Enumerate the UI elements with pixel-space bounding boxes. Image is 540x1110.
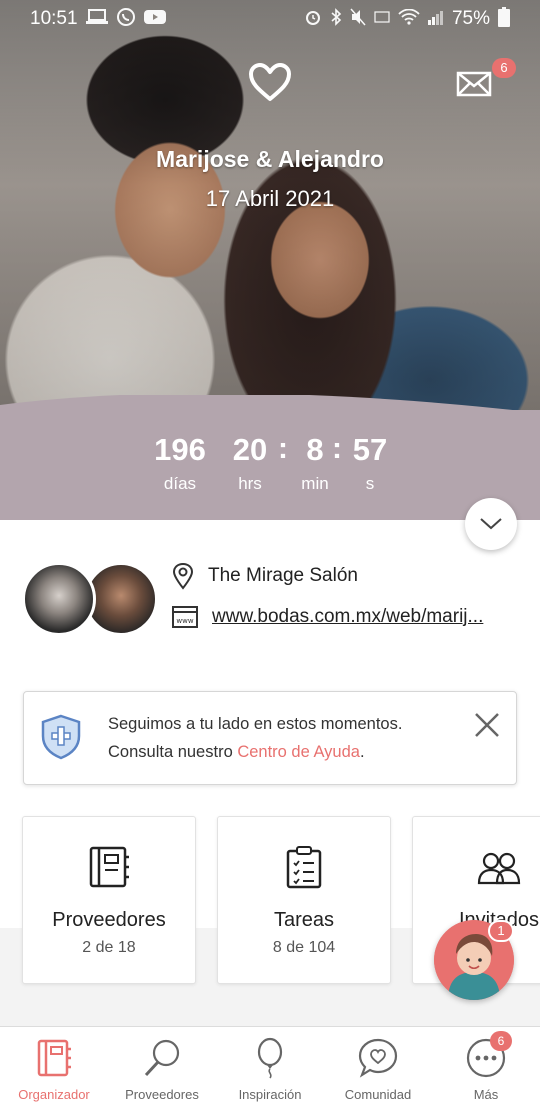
bluetooth-icon: [330, 7, 342, 31]
alarm-icon: [304, 8, 322, 31]
website-link[interactable]: www.bodas.com.mx/web/marij...: [212, 606, 483, 628]
hero-header: 10:51 75% 6 Marijose & Alejandro 17 Abri…: [0, 0, 540, 520]
nav-item-mas[interactable]: 6 Más: [432, 1027, 540, 1110]
location-pin-icon: [172, 562, 194, 590]
countdown-separator: :: [332, 432, 342, 465]
help-line-2-suffix: .: [359, 743, 365, 761]
nav-label: Más: [473, 1087, 499, 1102]
tool-title: Proveedores: [52, 909, 166, 931]
countdown-hours: 20: [232, 432, 268, 467]
tool-card-proveedores[interactable]: Proveedores 2 de 18: [22, 816, 196, 984]
countdown-days-label: días: [163, 474, 197, 493]
nav-label: Inspiración: [238, 1087, 302, 1102]
notebook-icon: [89, 846, 129, 888]
mail-badge: 6: [492, 58, 516, 78]
whatsapp-icon: [116, 7, 136, 32]
signal-icon: [427, 9, 444, 30]
guests-icon: [477, 852, 521, 885]
help-line-2: Consulta nuestro Centro de Ayuda.: [108, 738, 468, 766]
help-center-link[interactable]: Centro de Ayuda: [237, 743, 360, 761]
couple-names: Marijose & Alejandro: [156, 146, 384, 172]
nav-item-comunidad[interactable]: Comunidad: [324, 1027, 432, 1110]
youtube-icon: [143, 9, 166, 30]
magnifier-icon: [144, 1039, 180, 1077]
shield-plus-icon: [41, 714, 81, 760]
balloon-icon: [257, 1037, 283, 1079]
nav-label: Organizador: [18, 1087, 90, 1102]
chat-heart-icon: [358, 1038, 398, 1078]
bottom-nav: Organizador Proveedores Inspiración Comu…: [0, 1026, 540, 1110]
mute-icon: [350, 8, 366, 31]
close-icon[interactable]: [472, 710, 502, 740]
svg-text:www: www: [176, 617, 193, 625]
nav-item-organizador[interactable]: Organizador: [0, 1027, 108, 1110]
battery-icon: [498, 6, 510, 32]
countdown-minutes-label: min: [301, 474, 329, 493]
website-row[interactable]: www www.bodas.com.mx/web/marij...: [172, 606, 483, 628]
nav-item-inspiracion[interactable]: Inspiración: [216, 1027, 324, 1110]
tool-count: 8 de 104: [272, 939, 336, 956]
avatar-bride[interactable]: [22, 562, 96, 636]
chevron-down-icon: [480, 518, 502, 530]
status-time: 10:51: [30, 8, 78, 29]
countdown: 196 días 20 hrs : 8 min : 57 s: [140, 432, 400, 502]
tool-card-tareas[interactable]: Tareas 8 de 104: [217, 816, 391, 984]
nav-label: Comunidad: [344, 1087, 412, 1102]
help-line-2-prefix: Consulta nuestro: [108, 743, 238, 761]
help-card: Seguimos a tu lado en estos momentos. Co…: [23, 691, 517, 785]
laptop-icon: [85, 8, 108, 30]
lte-icon: [374, 8, 390, 31]
organizer-icon: [37, 1039, 71, 1077]
clipboard-icon: [286, 846, 322, 889]
battery-percent: 75%: [451, 8, 490, 29]
nav-label: Proveedores: [125, 1087, 199, 1102]
chat-badge: 1: [488, 920, 514, 942]
wifi-icon: [398, 8, 420, 30]
countdown-seconds-label: s: [365, 474, 375, 493]
countdown-separator: :: [278, 432, 288, 465]
venue-row[interactable]: The Mirage Salón: [172, 562, 358, 590]
more-badge: 6: [490, 1031, 512, 1051]
nav-item-proveedores[interactable]: Proveedores: [108, 1027, 216, 1110]
web-browser-icon: www: [172, 606, 198, 628]
heart-logo-icon: [249, 63, 291, 101]
expand-button[interactable]: [465, 498, 517, 550]
countdown-days: 196: [154, 432, 206, 467]
help-message: Seguimos a tu lado en estos momentos. Co…: [108, 710, 468, 766]
tool-count: 2 de 18: [82, 939, 136, 956]
app-screen: 10:51 75% 6 Marijose & Alejandro 17 Abri…: [0, 0, 540, 1110]
status-bar: 10:51 75%: [0, 0, 540, 38]
tool-title: Tareas: [273, 909, 335, 931]
countdown-seconds: 57: [352, 432, 388, 467]
mail-button[interactable]: [456, 70, 492, 98]
countdown-hours-label: hrs: [238, 474, 262, 493]
help-line-1: Seguimos a tu lado en estos momentos.: [108, 715, 403, 733]
venue-name: The Mirage Salón: [208, 565, 358, 586]
wedding-date: 17 Abril 2021: [205, 186, 335, 211]
